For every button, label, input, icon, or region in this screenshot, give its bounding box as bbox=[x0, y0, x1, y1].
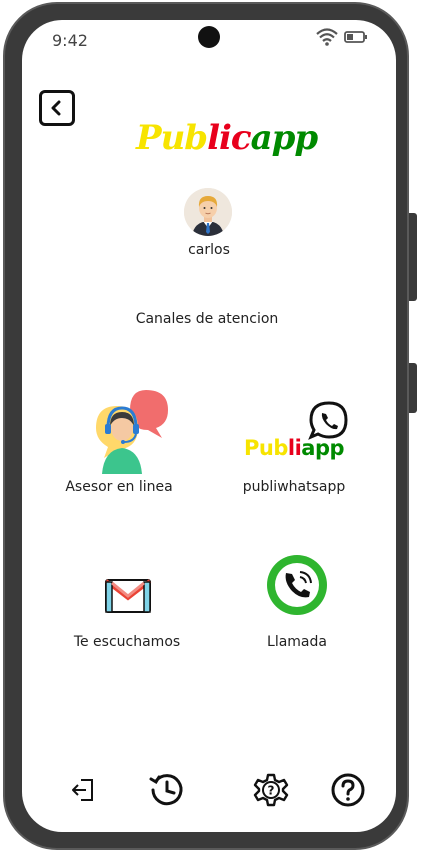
username-label: carlos bbox=[188, 242, 230, 258]
publiwhatsapp-logo: Publiapp bbox=[244, 436, 345, 460]
power-button bbox=[409, 363, 417, 413]
wa-logo-part-app: app bbox=[301, 436, 345, 460]
chevron-left-icon bbox=[51, 100, 61, 116]
logout-icon bbox=[72, 779, 93, 801]
user-avatar bbox=[184, 188, 232, 236]
volume-button bbox=[409, 213, 417, 301]
channel-label: Te escuchamos bbox=[73, 634, 181, 650]
channel-publiwhatsapp[interactable]: Publiapp publiwhatsapp bbox=[232, 398, 356, 502]
section-title: Canales de atencion bbox=[135, 311, 279, 327]
help-icon bbox=[331, 773, 365, 807]
logo-part-lic: lic bbox=[207, 118, 252, 158]
help-button[interactable] bbox=[328, 770, 368, 810]
logout-button[interactable] bbox=[64, 770, 104, 810]
status-icons bbox=[316, 28, 368, 46]
publicapp-logo: Publicapp bbox=[136, 118, 319, 158]
front-camera bbox=[198, 26, 220, 48]
history-button[interactable] bbox=[147, 770, 187, 810]
channel-label: publiwhatsapp bbox=[242, 479, 346, 495]
svg-text:?: ? bbox=[268, 784, 275, 798]
settings-button[interactable]: ? bbox=[251, 770, 291, 810]
wifi-icon bbox=[316, 28, 338, 46]
back-button[interactable] bbox=[39, 90, 75, 126]
settings-icon: ? bbox=[253, 773, 289, 807]
wa-logo-part-li: li bbox=[287, 436, 302, 460]
wa-logo-part-pub: Pub bbox=[244, 436, 288, 460]
support-agent-icon bbox=[96, 390, 168, 474]
phone-call-icon bbox=[267, 555, 327, 615]
gmail-icon bbox=[104, 579, 152, 613]
battery-icon bbox=[344, 31, 367, 43]
history-icon bbox=[149, 774, 183, 806]
app-screen: 9:42 Publicapp carlos Canales de atencio… bbox=[22, 20, 396, 832]
channel-label: Llamada bbox=[267, 634, 327, 650]
status-time: 9:42 bbox=[52, 31, 88, 50]
channel-llamada[interactable]: Llamada bbox=[242, 554, 352, 654]
channel-te-escuchamos[interactable]: Te escuchamos bbox=[60, 572, 194, 654]
bottom-nav: ? bbox=[22, 768, 396, 818]
channel-asesor-en-linea[interactable]: Asesor en linea bbox=[52, 382, 186, 502]
logo-part-app: app bbox=[250, 118, 319, 158]
logo-part-pub: Pub bbox=[136, 118, 208, 158]
channel-label: Asesor en linea bbox=[65, 479, 173, 495]
